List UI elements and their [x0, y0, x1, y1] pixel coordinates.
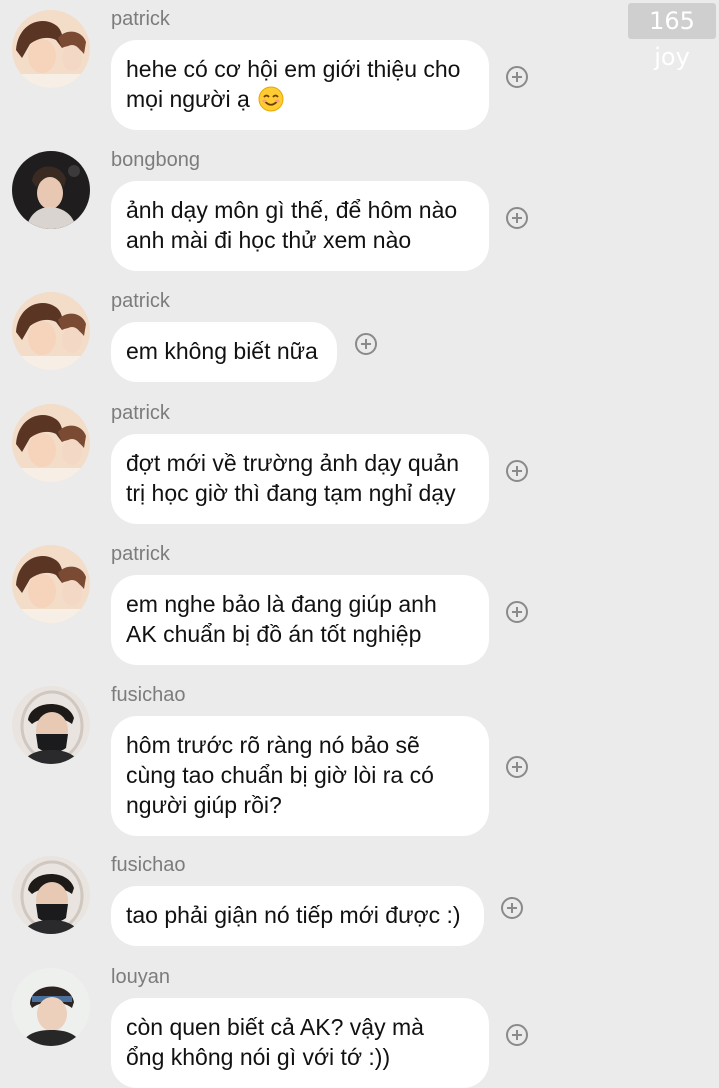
username: fusichao	[111, 684, 186, 706]
avatar[interactable]	[12, 10, 90, 88]
username: patrick	[111, 543, 170, 565]
message-bubble[interactable]: tao phải giận nó tiếp mới được :)	[111, 886, 484, 946]
username: bongbong	[111, 149, 200, 171]
avatar[interactable]	[12, 545, 90, 623]
message-bubble[interactable]: ảnh dạy môn gì thế, để hôm nào anh mài đ…	[111, 181, 489, 271]
username: patrick	[111, 8, 170, 30]
message-line: hôm trước rõ ràng nó bảo sẽ	[126, 732, 420, 758]
message-line: cùng tao chuẩn bị giờ lòi ra có	[126, 762, 434, 788]
message-line: tao phải giận nó tiếp mới được :)	[126, 902, 461, 928]
message-bubble[interactable]: hôm trước rõ ràng nó bảo sẽ cùng tao chu…	[111, 716, 489, 836]
watermark-label: 165 joy	[628, 3, 716, 71]
louyan-avatar-icon	[12, 968, 90, 1046]
avatar[interactable]	[12, 404, 90, 482]
username: patrick	[111, 290, 170, 312]
patrick-avatar-icon	[12, 292, 90, 370]
bongbong-avatar-icon	[12, 151, 90, 229]
patrick-avatar-icon	[12, 545, 90, 623]
message-line: người giúp rồi?	[126, 792, 282, 818]
patrick-avatar-icon	[12, 10, 90, 88]
avatar[interactable]	[12, 151, 90, 229]
message-bubble[interactable]: em không biết nữa	[111, 322, 337, 382]
message-line: trị học giờ thì đang tạm nghỉ dạy	[126, 480, 456, 506]
message-line: em không biết nữa	[126, 338, 318, 364]
message-line: anh mài đi học thử xem nào	[126, 227, 412, 253]
message-bubble[interactable]: còn quen biết cả AK? vậy mà ổng không nó…	[111, 998, 489, 1088]
message-line-with-emoji: mọi người ạ	[126, 84, 473, 114]
message-line: còn quen biết cả AK? vậy mà	[126, 1014, 424, 1040]
fusichao-avatar-icon	[12, 856, 90, 934]
avatar[interactable]	[12, 292, 90, 370]
username: fusichao	[111, 854, 186, 876]
add-reaction-icon[interactable]	[506, 66, 528, 88]
fusichao-avatar-icon	[12, 686, 90, 764]
avatar[interactable]	[12, 968, 90, 1046]
message-line: ổng không nói gì với tớ :))	[126, 1044, 391, 1070]
add-reaction-icon[interactable]	[506, 1024, 528, 1046]
username: louyan	[111, 966, 170, 988]
avatar[interactable]	[12, 856, 90, 934]
add-reaction-icon[interactable]	[506, 601, 528, 623]
add-reaction-icon[interactable]	[506, 460, 528, 482]
message-line: em nghe bảo là đang giúp anh	[126, 591, 437, 617]
message-line: ảnh dạy môn gì thế, để hôm nào	[126, 197, 458, 223]
add-reaction-icon[interactable]	[506, 207, 528, 229]
message-line: đợt mới về trường ảnh dạy quản	[126, 450, 459, 476]
message-line: hehe có cơ hội em giới thiệu cho	[126, 56, 461, 82]
add-reaction-icon[interactable]	[501, 897, 523, 919]
username: patrick	[111, 402, 170, 424]
message-line: AK chuẩn bị đồ án tốt nghiệp	[126, 621, 422, 647]
message-bubble[interactable]: em nghe bảo là đang giúp anh AK chuẩn bị…	[111, 575, 489, 665]
message-bubble[interactable]: hehe có cơ hội em giới thiệu cho mọi ngư…	[111, 40, 489, 130]
patrick-avatar-icon	[12, 404, 90, 482]
add-reaction-icon[interactable]	[506, 756, 528, 778]
avatar[interactable]	[12, 686, 90, 764]
message-line: mọi người ạ	[126, 86, 250, 112]
message-bubble[interactable]: đợt mới về trường ảnh dạy quản trị học g…	[111, 434, 489, 524]
add-reaction-icon[interactable]	[355, 333, 377, 355]
smiling-face-emoji-icon	[258, 86, 284, 112]
